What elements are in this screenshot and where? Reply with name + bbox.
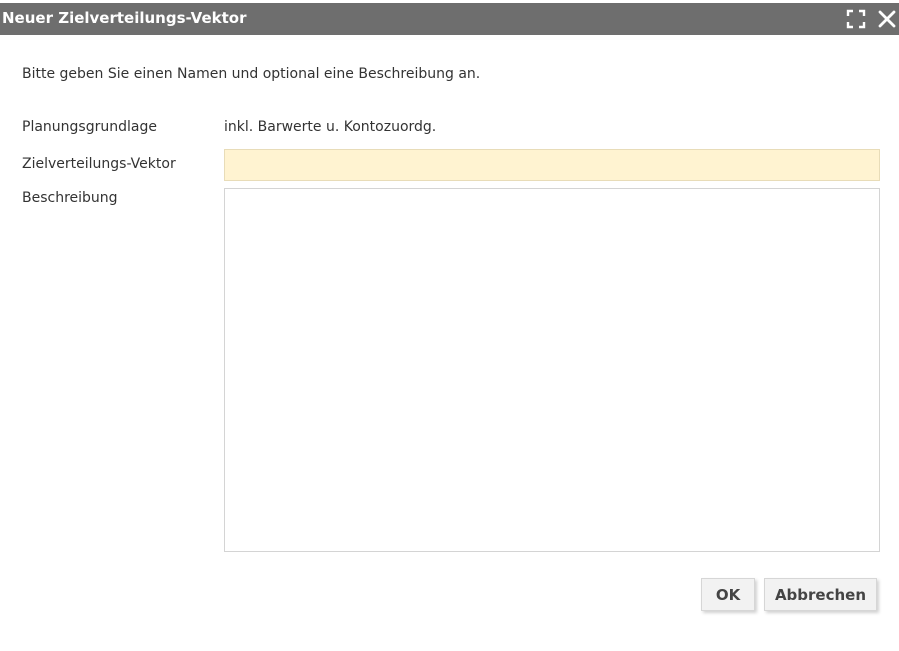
beschreibung-textarea[interactable]: [224, 188, 880, 552]
maximize-icon[interactable]: [845, 8, 867, 30]
cancel-button[interactable]: Abbrechen: [764, 578, 877, 611]
ok-button[interactable]: OK: [701, 578, 755, 611]
dialog: Neuer Zielverteilungs-Vektor Bitte geben…: [0, 0, 899, 651]
intro-text: Bitte geben Sie einen Namen und optional…: [22, 66, 481, 82]
vektor-label: Zielverteilungs-Vektor: [22, 156, 176, 172]
close-icon[interactable]: [876, 8, 898, 30]
dialog-titlebar[interactable]: Neuer Zielverteilungs-Vektor: [0, 3, 899, 35]
vektor-name-input[interactable]: [224, 149, 880, 181]
planungsgrundlage-value: inkl. Barwerte u. Kontozuordg.: [224, 119, 437, 135]
dialog-title: Neuer Zielverteilungs-Vektor: [2, 9, 247, 27]
beschreibung-label: Beschreibung: [22, 190, 118, 206]
planungsgrundlage-label: Planungsgrundlage: [22, 119, 157, 135]
